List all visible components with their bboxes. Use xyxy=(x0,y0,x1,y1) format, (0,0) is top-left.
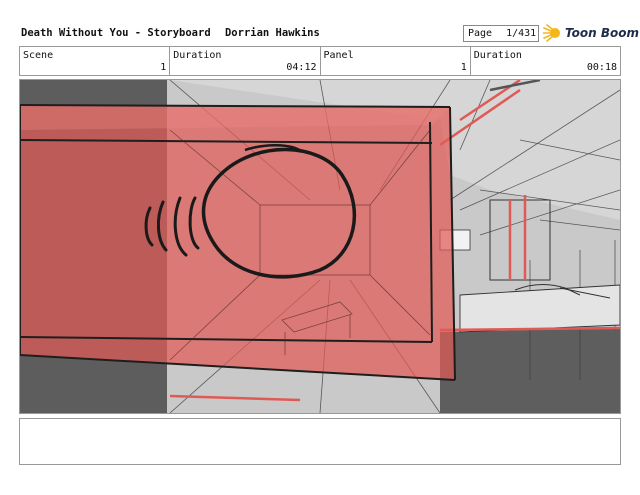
scene-duration-value: 04:12 xyxy=(286,62,317,73)
scene-duration-label: Duration xyxy=(173,50,222,61)
page-number: 1/431 xyxy=(506,28,537,39)
notes-box xyxy=(19,418,621,465)
panel-duration-cell: Duration 00:18 xyxy=(471,47,620,75)
project-title: Death Without You - Storyboard xyxy=(21,27,211,39)
sun-icon xyxy=(543,24,560,42)
toon-boom-logo: Toon Boom xyxy=(543,24,639,42)
panel-cell: Panel 1 xyxy=(321,47,471,75)
page-indicator: Page 1/431 xyxy=(463,25,539,42)
storyboard-panel xyxy=(19,79,621,414)
panel-label: Panel xyxy=(323,50,354,61)
scene-label: Scene xyxy=(23,50,54,61)
info-bar: Scene 1 Duration 04:12 Panel 1 Duration … xyxy=(19,46,621,76)
scene-duration-cell: Duration 04:12 xyxy=(170,47,321,75)
author-name: Dorrian Hawkins xyxy=(224,27,320,39)
storyboard-title: Death Without You - Storyboard Dorrian H… xyxy=(21,27,320,39)
panel-duration-label: Duration xyxy=(473,50,522,61)
logo-text: Toon Boom xyxy=(565,26,639,40)
panel-value: 1 xyxy=(460,62,467,73)
scene-value: 1 xyxy=(160,62,167,73)
scene-cell: Scene 1 xyxy=(20,47,171,75)
panel-sketch xyxy=(20,80,620,413)
panel-duration-value: 00:18 xyxy=(586,62,617,73)
page-label: Page xyxy=(468,28,493,39)
